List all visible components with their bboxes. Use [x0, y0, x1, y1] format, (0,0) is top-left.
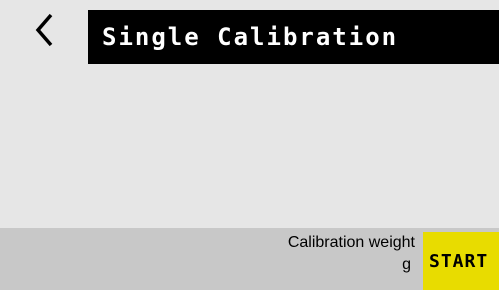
chevron-left-icon	[33, 12, 55, 53]
page-title: Single Calibration	[102, 23, 399, 51]
title-bar: Single Calibration	[88, 10, 499, 64]
calibration-weight-unit: g	[402, 256, 411, 273]
content-area	[0, 64, 499, 228]
back-button[interactable]	[0, 0, 88, 64]
start-button[interactable]: START	[423, 232, 499, 290]
calibration-screen: Single Calibration Calibration weight g …	[0, 0, 499, 290]
calibration-weight-label: Calibration weight	[287, 234, 415, 251]
bottom-bar: Calibration weight g START	[0, 228, 499, 290]
start-button-label: START	[429, 250, 489, 272]
